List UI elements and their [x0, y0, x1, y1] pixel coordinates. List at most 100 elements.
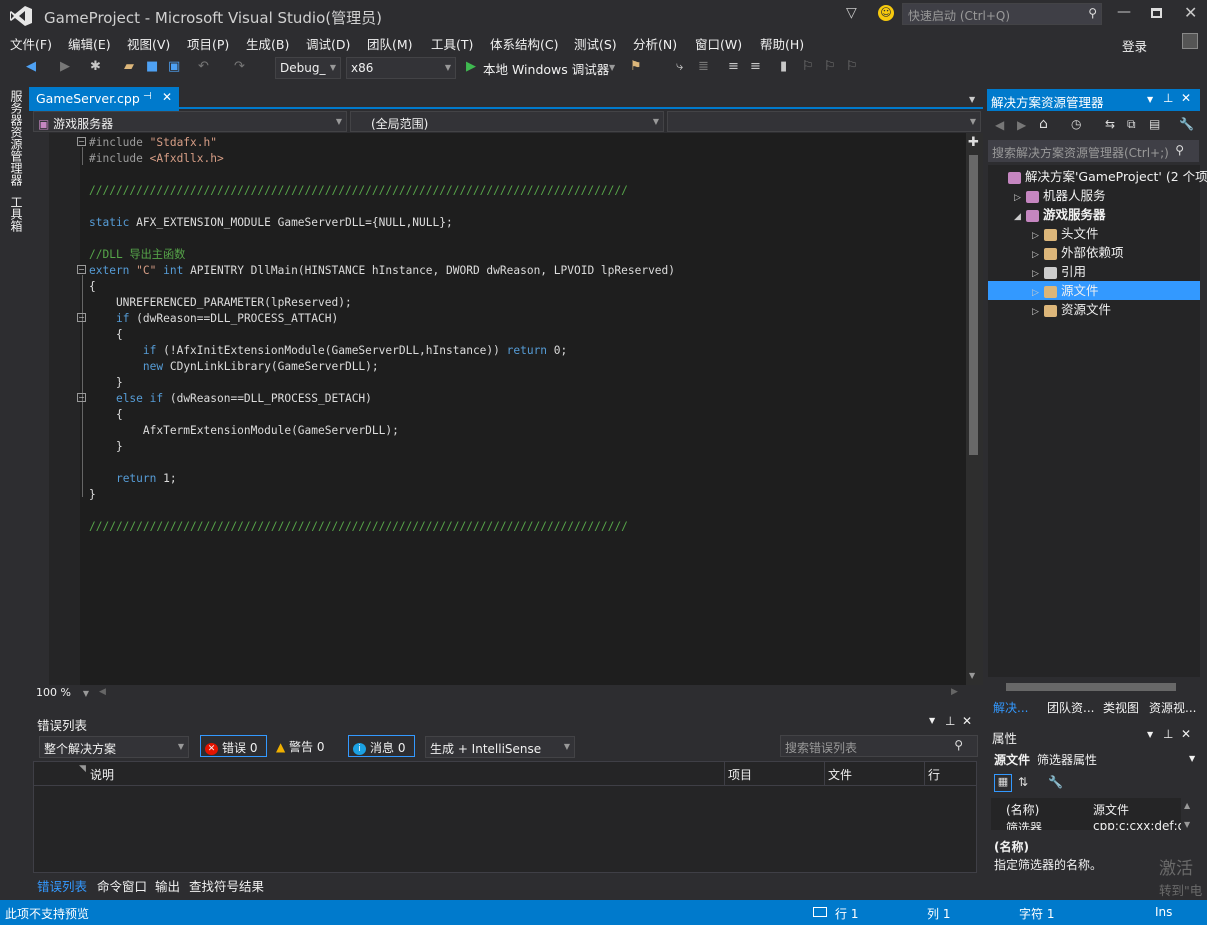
- undo-icon[interactable]: ↶: [198, 59, 209, 74]
- menu-window[interactable]: 窗口(W): [695, 34, 742, 53]
- property-pages-icon[interactable]: 🔧: [1048, 775, 1063, 789]
- find-in-files-icon[interactable]: ⚑: [630, 59, 642, 74]
- maximize-button[interactable]: [1151, 8, 1162, 18]
- back-icon[interactable]: ◀: [995, 118, 1004, 132]
- menu-architecture[interactable]: 体系结构(C): [490, 34, 558, 53]
- solution-horizontal-scrollbar[interactable]: [990, 680, 1198, 694]
- tree-node[interactable]: ▷ 机器人服务: [988, 186, 1200, 205]
- split-icon[interactable]: ✚: [968, 135, 979, 150]
- save-all-icon[interactable]: ▣: [168, 59, 180, 74]
- pending-changes-icon[interactable]: ◷: [1071, 117, 1081, 131]
- close-panel-icon[interactable]: ✕: [1181, 91, 1191, 105]
- tab-output[interactable]: 输出: [155, 876, 180, 895]
- categorized-icon[interactable]: ▦: [994, 774, 1012, 792]
- property-value[interactable]: cpp;c;cxx;def;od: [1093, 819, 1181, 830]
- forward-icon[interactable]: ▶: [1017, 118, 1026, 132]
- tab-overflow-icon[interactable]: ▼: [969, 95, 975, 104]
- minimize-button[interactable]: —: [1117, 4, 1131, 20]
- zoom-select[interactable]: 100 % ▼: [33, 685, 93, 702]
- publish-icon[interactable]: [813, 907, 827, 917]
- collapse-icon[interactable]: −: [77, 313, 86, 322]
- new-project-icon[interactable]: ✱: [90, 59, 101, 74]
- messages-filter-button[interactable]: i 消息 0: [348, 735, 415, 757]
- pin-icon[interactable]: ⊥: [1163, 91, 1173, 105]
- tree-node[interactable]: ◢ 游戏服务器: [988, 205, 1200, 224]
- feedback-smiley-icon[interactable]: ☺: [878, 5, 894, 21]
- warnings-filter-button[interactable]: ▲ 警告 0: [272, 735, 338, 757]
- pin-icon[interactable]: ⊥: [945, 714, 955, 728]
- close-panel-icon[interactable]: ✕: [1181, 727, 1191, 741]
- redo-icon[interactable]: ↷: [234, 59, 245, 74]
- tree-node[interactable]: ▷ 外部依赖项: [988, 243, 1200, 262]
- solution-search-input[interactable]: 搜索解决方案资源管理器(Ctrl+;) ⚲: [988, 140, 1199, 162]
- error-search-input[interactable]: 搜索错误列表 ⚲: [780, 735, 978, 757]
- tab-toolbox[interactable]: 工具箱: [8, 196, 25, 232]
- sync-icon[interactable]: ⇆: [1105, 117, 1115, 131]
- code-editor[interactable]: − − − − #include "Stdafx.h" #include <Afx…: [29, 133, 966, 685]
- run-dropdown-icon[interactable]: ▼: [609, 63, 615, 72]
- column-file[interactable]: 文件: [828, 766, 852, 783]
- scroll-thumb[interactable]: [969, 155, 978, 455]
- collapse-icon[interactable]: −: [77, 137, 86, 146]
- solution-configuration-select[interactable]: Debug_ ▼: [275, 57, 341, 79]
- alphabetical-icon[interactable]: ⇅: [1018, 775, 1028, 789]
- close-panel-icon[interactable]: ✕: [962, 714, 972, 728]
- tab-solution-explorer[interactable]: 解决...: [993, 699, 1028, 716]
- menu-analyze[interactable]: 分析(N): [633, 34, 677, 53]
- tree-node[interactable]: ▷ 资源文件: [988, 300, 1200, 319]
- errors-filter-button[interactable]: ✕ 错误 0: [200, 735, 267, 757]
- editor-vertical-scrollbar[interactable]: ✚ ▼: [966, 133, 983, 685]
- tab-resource-view[interactable]: 资源视...: [1149, 699, 1196, 716]
- forward-icon[interactable]: ▶: [60, 59, 70, 74]
- tree-node[interactable]: 解决方案'GameProject' (2 个项目): [988, 167, 1207, 186]
- close-window-button[interactable]: ✕: [1184, 3, 1197, 22]
- format-icon[interactable]: ≣: [698, 59, 709, 74]
- menu-edit[interactable]: 编辑(E): [68, 34, 111, 53]
- close-tab-icon[interactable]: ✕: [162, 90, 172, 104]
- expand-arrow-icon[interactable]: ▷: [1032, 303, 1044, 322]
- tree-node[interactable]: ▷ 引用: [988, 262, 1200, 281]
- next-bookmark-icon[interactable]: ⚐: [824, 59, 836, 74]
- pin-icon[interactable]: ⊣: [143, 91, 152, 102]
- tab-find-symbol-results[interactable]: 查找符号结果: [189, 876, 264, 895]
- solution-platform-select[interactable]: x86 ▼: [346, 57, 456, 79]
- scroll-up-icon[interactable]: ▲: [1184, 801, 1190, 810]
- start-debugging-icon[interactable]: ▶: [466, 59, 476, 74]
- build-intellisense-select[interactable]: 生成 + IntelliSense ▼: [425, 736, 575, 758]
- tree-node[interactable]: ▷ 头文件: [988, 224, 1200, 243]
- prev-bookmark-icon[interactable]: ⚐: [802, 59, 814, 74]
- panel-menu-icon[interactable]: ▼: [1147, 95, 1153, 104]
- filter-icon[interactable]: ▽: [846, 5, 857, 21]
- tab-command-window[interactable]: 命令窗口: [97, 876, 147, 895]
- menu-tools[interactable]: 工具(T): [431, 34, 473, 53]
- open-file-icon[interactable]: ▰: [124, 59, 134, 74]
- home-icon[interactable]: ⌂: [1039, 116, 1048, 132]
- sign-in-link[interactable]: 登录: [1122, 36, 1147, 55]
- menu-team[interactable]: 团队(M): [367, 34, 413, 53]
- collapse-icon[interactable]: −: [77, 265, 86, 274]
- back-icon[interactable]: ◀: [26, 59, 36, 74]
- menu-debug[interactable]: 调试(D): [306, 34, 350, 53]
- scroll-right-icon[interactable]: ▶: [951, 687, 958, 697]
- uncomment-icon[interactable]: ≡: [750, 59, 761, 74]
- panel-menu-icon[interactable]: ▼: [929, 716, 935, 725]
- tab-class-view[interactable]: 类视图: [1103, 699, 1139, 716]
- quick-launch-input[interactable]: 快速启动 (Ctrl+Q) ⚲: [902, 3, 1102, 25]
- tab-server-explorer[interactable]: 服务器资源管理器: [8, 90, 25, 186]
- function-select[interactable]: ▼: [667, 111, 981, 132]
- account-avatar-icon[interactable]: [1182, 33, 1198, 49]
- column-project[interactable]: 项目: [728, 766, 752, 783]
- panel-menu-icon[interactable]: ▼: [1147, 730, 1153, 739]
- collapse-icon[interactable]: −: [77, 393, 86, 402]
- tab-team-explorer[interactable]: 团队资...: [1047, 699, 1094, 716]
- menu-project[interactable]: 项目(P): [187, 34, 229, 53]
- project-scope-select[interactable]: ▣ 游戏服务器 ▼: [33, 111, 347, 132]
- collapse-all-icon[interactable]: ⧉: [1127, 117, 1136, 132]
- menu-build[interactable]: 生成(B): [246, 34, 289, 53]
- column-line[interactable]: 行: [928, 766, 940, 783]
- tree-node[interactable]: ▷ 源文件: [988, 281, 1200, 300]
- comment-icon[interactable]: ≡: [728, 59, 739, 74]
- bookmark-icon[interactable]: ▮: [780, 59, 787, 74]
- pin-icon[interactable]: ⊥: [1163, 727, 1173, 741]
- menu-file[interactable]: 文件(F): [10, 34, 52, 53]
